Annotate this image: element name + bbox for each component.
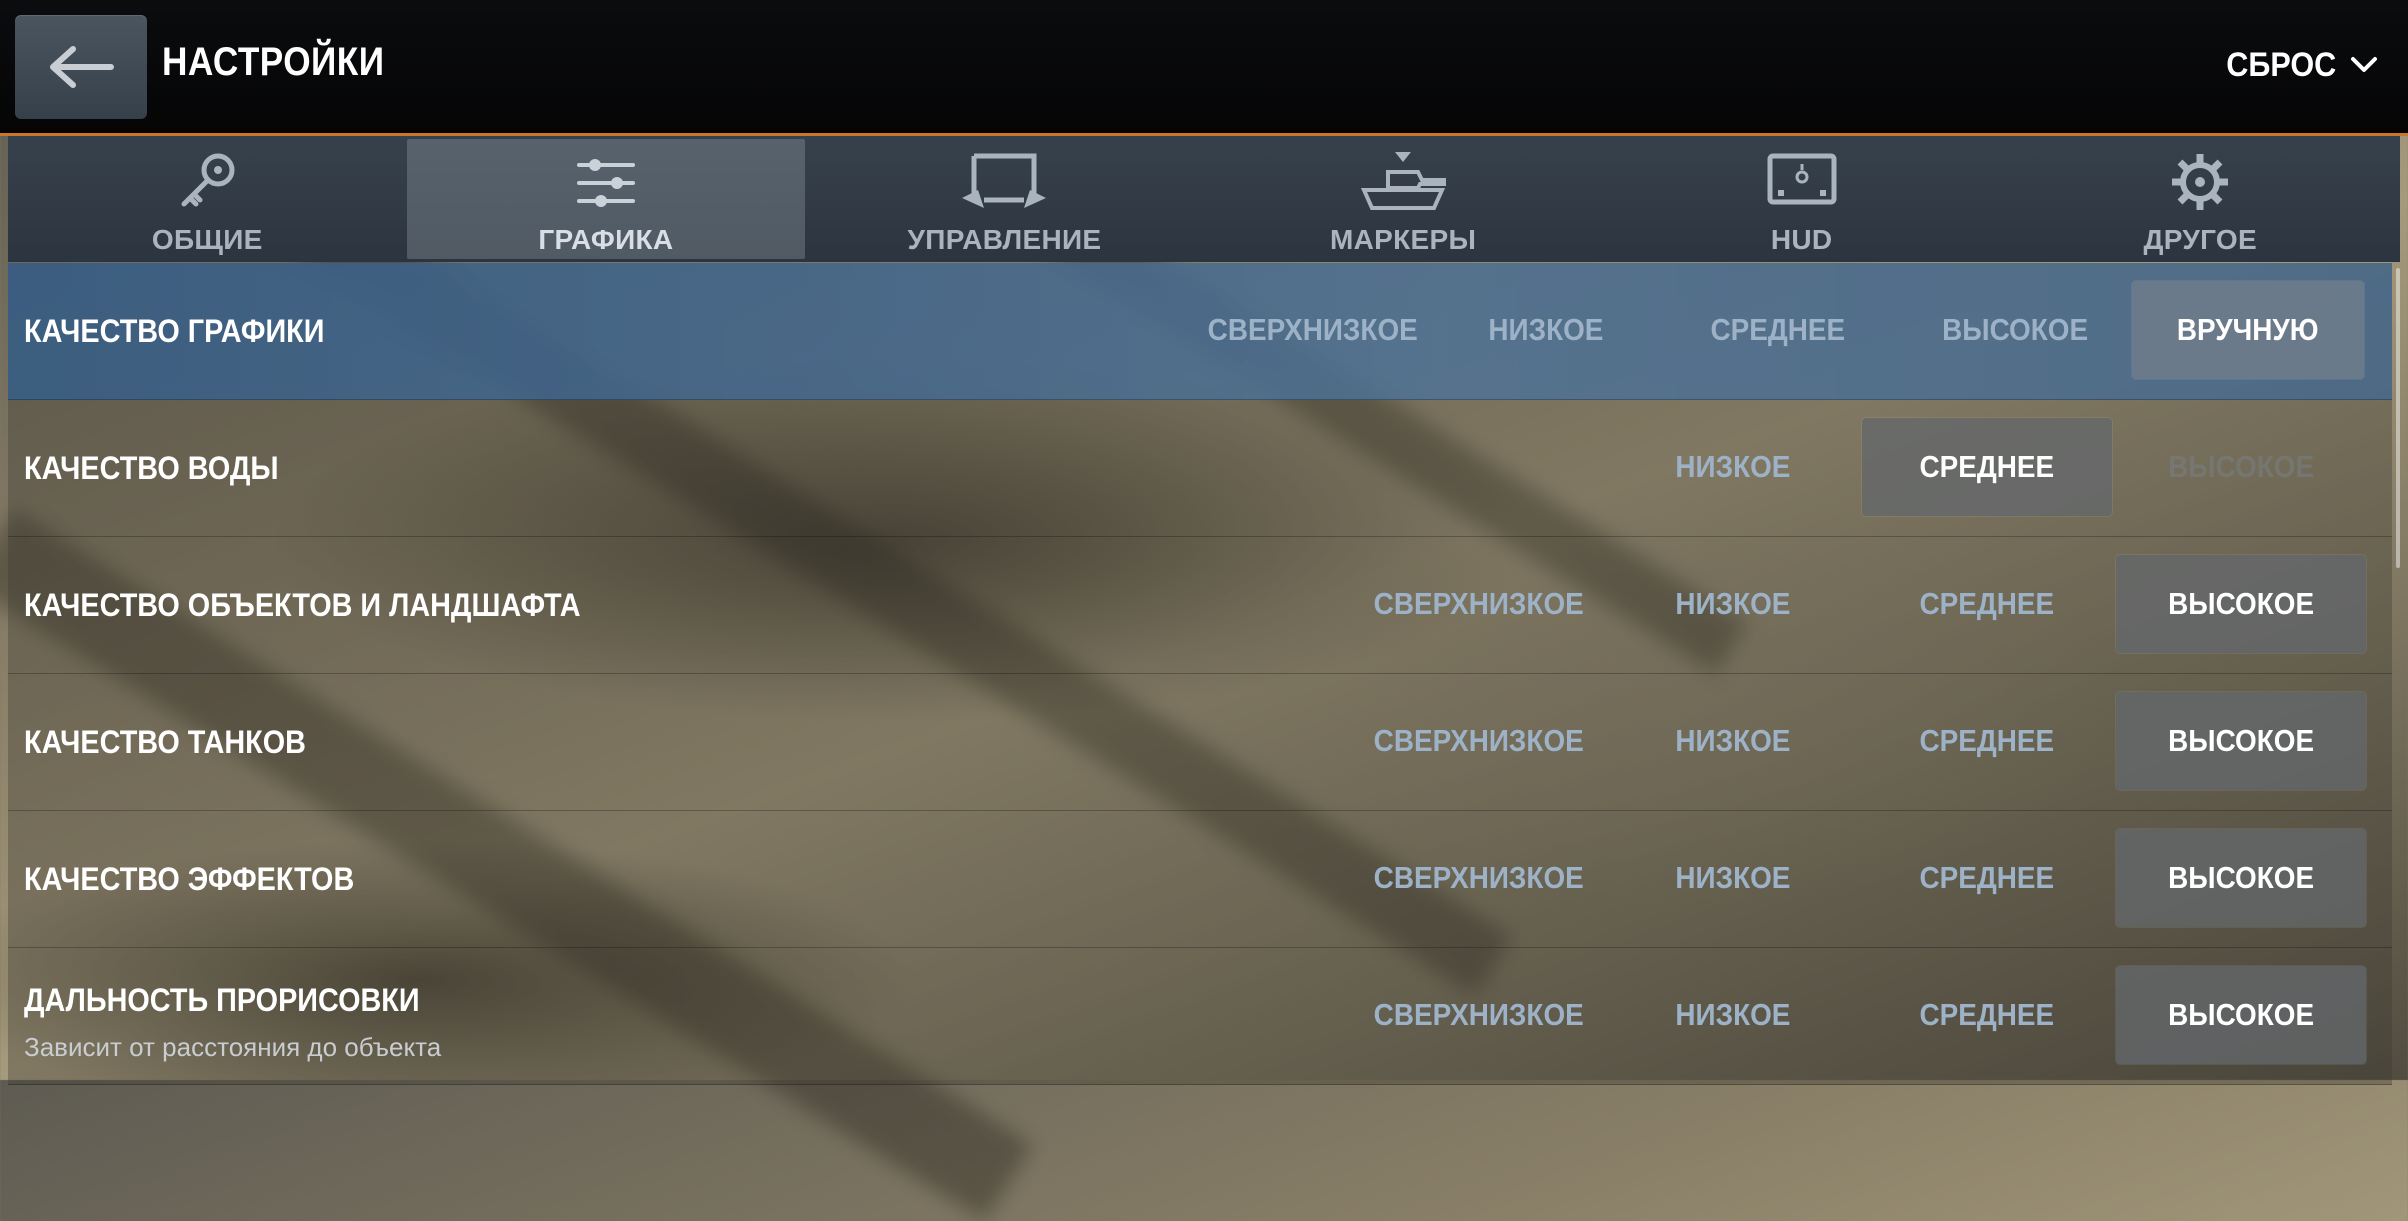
- setting-row-effects-quality: КАЧЕСТВО ЭФФЕКТОВ СВЕРХНИЗКОЕ НИЗКОЕ СРЕ…: [8, 811, 2392, 948]
- option-ultra-low[interactable]: СВЕРХНИЗКОЕ: [1354, 829, 1604, 927]
- option-ultra-low[interactable]: СВЕРХНИЗКОЕ: [1188, 281, 1438, 379]
- sliders-icon: [576, 159, 635, 207]
- option-medium[interactable]: СРЕДНЕЕ: [1862, 555, 2112, 653]
- option-low[interactable]: НИЗКОЕ: [1421, 281, 1671, 379]
- tab-label: УПРАВЛЕНИЕ: [907, 224, 1102, 255]
- back-arrow-icon: [50, 46, 114, 88]
- tab-label: HUD: [1770, 224, 1833, 255]
- tab-label: МАРКЕРЫ: [1329, 224, 1477, 255]
- tab-controls[interactable]: УПРАВЛЕНИЕ: [805, 136, 1204, 262]
- option-high-selected[interactable]: ВЫСОКОЕ: [2116, 692, 2366, 790]
- setting-title: КАЧЕСТВО ОБЪЕКТОВ И ЛАНДШАФТА: [24, 587, 581, 623]
- setting-row-objects-terrain-quality: КАЧЕСТВО ОБЪЕКТОВ И ЛАНДШАФТА СВЕРХНИЗКО…: [8, 537, 2392, 674]
- graphics-settings-list: КАЧЕСТВО ГРАФИКИ СВЕРХНИЗКОЕ НИЗКОЕ СРЕД…: [8, 263, 2392, 1085]
- option-high-selected[interactable]: ВЫСОКОЕ: [2116, 966, 2366, 1064]
- touch-control-icon: [962, 153, 1047, 208]
- setting-subtitle: Зависит от расстояния до объекта: [24, 1032, 442, 1062]
- option-ultra-low[interactable]: СВЕРХНИЗКОЕ: [1354, 555, 1604, 653]
- option-medium[interactable]: СРЕДНЕЕ: [1862, 829, 2112, 927]
- hud-icon: [1767, 153, 1837, 205]
- tab-general[interactable]: ОБЩИЕ: [8, 136, 407, 262]
- option-high-selected[interactable]: ВЫСОКОЕ: [2116, 829, 2366, 927]
- option-high-disabled: ВЫСОКОЕ: [2168, 449, 2314, 484]
- option-medium[interactable]: СРЕДНЕЕ: [1653, 281, 1903, 379]
- option-high[interactable]: ВЫСОКОЕ: [1890, 281, 2140, 379]
- tab-markers[interactable]: МАРКЕРЫ: [1204, 136, 1603, 262]
- option-low[interactable]: НИЗКОЕ: [1608, 966, 1858, 1064]
- tank-marker-icon: [1361, 152, 1447, 210]
- top-bar: НАСТРОЙКИ СБРОС: [0, 0, 2408, 136]
- key-icon: [181, 153, 235, 207]
- option-medium[interactable]: СРЕДНЕЕ: [1862, 692, 2112, 790]
- tab-other[interactable]: ДРУГОЕ: [2001, 136, 2400, 262]
- back-button[interactable]: [15, 15, 147, 119]
- tab-label: ГРАФИКА: [538, 224, 674, 255]
- setting-row-draw-distance: ДАЛЬНОСТЬ ПРОРИСОВКИ Зависит от расстоян…: [8, 948, 2392, 1085]
- tab-label: ОБЩИЕ: [151, 224, 263, 255]
- option-ultra-low[interactable]: СВЕРХНИЗКОЕ: [1354, 966, 1604, 1064]
- setting-title: КАЧЕСТВО ТАНКОВ: [24, 724, 306, 760]
- setting-title: КАЧЕСТВО ЭФФЕКТОВ: [24, 861, 355, 897]
- tab-label: ДРУГОЕ: [2143, 224, 2257, 255]
- option-low[interactable]: НИЗКОЕ: [1608, 692, 1858, 790]
- option-medium[interactable]: СРЕДНЕЕ: [1862, 966, 2112, 1064]
- option-low[interactable]: НИЗКОЕ: [1608, 555, 1858, 653]
- setting-title: ДАЛЬНОСТЬ ПРОРИСОВКИ: [24, 982, 420, 1018]
- setting-row-tank-quality: КАЧЕСТВО ТАНКОВ СВЕРХНИЗКОЕ НИЗКОЕ СРЕДН…: [8, 674, 2392, 811]
- setting-title: КАЧЕСТВО ГРАФИКИ: [24, 313, 325, 349]
- option-low[interactable]: НИЗКОЕ: [1608, 829, 1858, 927]
- option-manual-selected[interactable]: ВРУЧНУЮ: [2132, 281, 2364, 379]
- option-low[interactable]: НИЗКОЕ: [1608, 418, 1858, 516]
- setting-row-water-quality: КАЧЕСТВО ВОДЫ НИЗКОЕ СРЕДНЕЕ ВЫСОКОЕ: [8, 400, 2392, 537]
- chevron-down-icon: [2351, 57, 2377, 72]
- gear-icon: [2172, 154, 2229, 210]
- option-high-selected[interactable]: ВЫСОКОЕ: [2116, 555, 2366, 653]
- scrollbar[interactable]: [2396, 268, 2400, 568]
- option-ultra-low[interactable]: СВЕРХНИЗКОЕ: [1354, 692, 1604, 790]
- option-medium-selected[interactable]: СРЕДНЕЕ: [1862, 418, 2112, 516]
- tab-hud[interactable]: HUD: [1602, 136, 2001, 262]
- page-title: НАСТРОЙКИ: [162, 40, 385, 84]
- settings-tabs: ОБЩИЕ ГРАФИКА УПРАВЛЕНИЕ МАРКЕРЫ HUD ДРУ…: [8, 136, 2400, 262]
- setting-row-graphics-quality: КАЧЕСТВО ГРАФИКИ СВЕРХНИЗКОЕ НИЗКОЕ СРЕД…: [8, 263, 2392, 400]
- reset-label: СБРОС: [2225, 45, 2336, 84]
- setting-title: КАЧЕСТВО ВОДЫ: [24, 450, 279, 486]
- tab-graphics[interactable]: ГРАФИКА: [406, 139, 806, 259]
- reset-dropdown[interactable]: СБРОС: [2214, 40, 2378, 90]
